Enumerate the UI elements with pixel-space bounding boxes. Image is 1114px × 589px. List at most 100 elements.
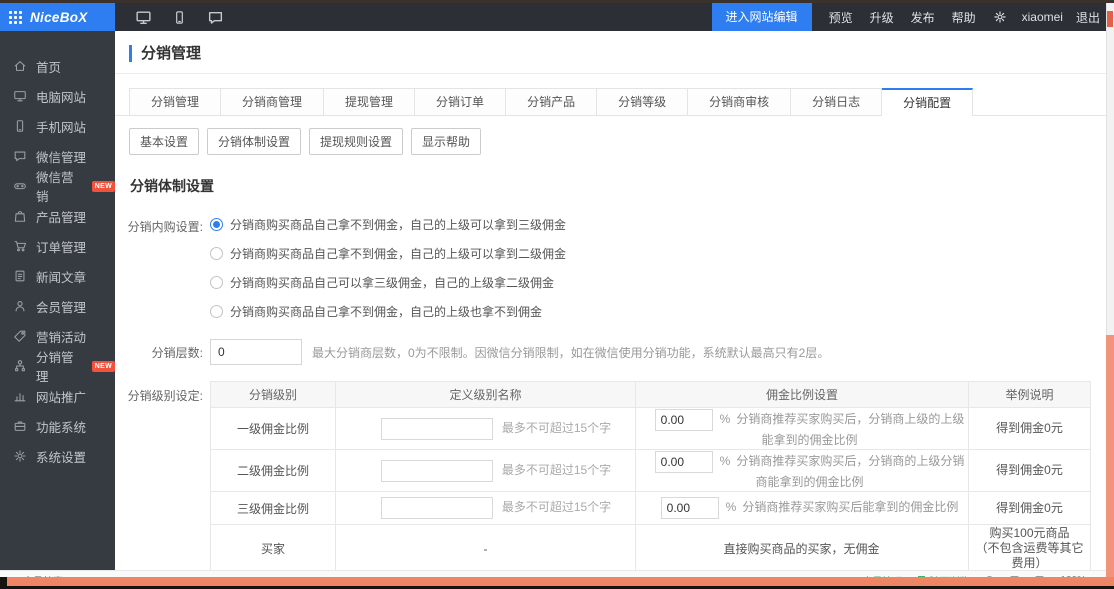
scrollbar-thumb-top[interactable]: [1107, 11, 1113, 27]
sidebar-item-distribution-management[interactable]: 分销管理 NEW: [0, 351, 115, 381]
withdrawal-rules-settings-button[interactable]: 提现规则设置: [309, 128, 403, 155]
tab-distribution-config[interactable]: 分销配置: [882, 88, 973, 116]
tabs: 分销管理 分销商管理 提现管理 分销订单 分销产品 分销等级 分销商审核 分销日…: [115, 88, 1106, 116]
percent-sign: %: [726, 500, 737, 514]
table-row-level3: 三级佣金比例 最多不可超过15个字 %分销商推荐买家购买后能拿到的佣金比例 得到…: [211, 492, 1091, 525]
tab-distributor-management[interactable]: 分销商管理: [221, 88, 324, 115]
help-link[interactable]: 帮助: [952, 9, 976, 26]
wechat-icon: [13, 149, 27, 163]
sidebar-item-label: 系统设置: [36, 447, 86, 466]
rate-cell: %分销商推荐买家购买后，分销商的上级分销商能拿到的佣金比例: [636, 450, 969, 492]
level3-rate-input[interactable]: [661, 497, 719, 519]
sidebar-item-home[interactable]: 首页: [0, 51, 115, 81]
level1-rate-input[interactable]: [655, 409, 713, 431]
scrollbar-thumb[interactable]: [1106, 335, 1114, 580]
sidebar-item-label: 产品管理: [36, 207, 86, 226]
example-cell: 购买100元商品 （不包含运费等其它费用）: [969, 525, 1091, 571]
col-header-rate: 佣金比例设置: [636, 382, 969, 408]
level-cell: 三级佣金比例: [211, 492, 336, 525]
tab-distribution-management[interactable]: 分销管理: [129, 88, 221, 115]
tab-distribution-logs[interactable]: 分销日志: [791, 88, 882, 115]
radio-option-2[interactable]: 分销商购买商品自己拿不到佣金，自己的上级可以拿到二级佣金: [210, 239, 566, 268]
radio-option-label: 分销商购买商品自己拿不到佣金，自己的上级也拿不到佣金: [230, 303, 542, 320]
name-length-hint: 最多不可超过15个字: [502, 463, 611, 477]
tab-withdrawal-management[interactable]: 提现管理: [324, 88, 415, 115]
cart-icon: [13, 239, 27, 253]
gear-icon[interactable]: [993, 10, 1007, 24]
wechat-view-icon[interactable]: [207, 9, 224, 26]
level3-name-input[interactable]: [381, 497, 493, 519]
desktop-view-icon[interactable]: [135, 9, 152, 26]
apps-grid-icon[interactable]: [9, 11, 22, 24]
table-row-level1: 一级佣金比例 最多不可超过15个字 %分销商推荐买家购买后，分销商上级的上级能拿…: [211, 408, 1091, 450]
percent-sign: %: [720, 412, 731, 426]
tab-distribution-levels[interactable]: 分销等级: [597, 88, 688, 115]
sidebar-item-site-promotion[interactable]: 网站推广: [0, 381, 115, 411]
device-switcher: [135, 9, 224, 26]
radio-option-label: 分销商购买商品自己可以拿三级佣金，自己的上级拿二级佣金: [230, 274, 554, 291]
sidebar-item-label: 订单管理: [36, 237, 86, 256]
radio-option-1[interactable]: 分销商购买商品自己拿不到佣金，自己的上级可以拿到三级佣金: [210, 210, 566, 239]
grade-table-wrap: 分销级别 定义级别名称 佣金比例设置 举例说明 一级佣金比例 最多不可超过15个…: [210, 381, 1091, 570]
sidebar-item-product-management[interactable]: 产品管理: [0, 201, 115, 231]
rate-cell: %分销商推荐买家购买后能拿到的佣金比例: [636, 492, 969, 525]
col-header-name: 定义级别名称: [336, 382, 636, 408]
example-cell: 得到佣金0元: [969, 450, 1091, 492]
sidebar-item-pc-site[interactable]: 电脑网站: [0, 81, 115, 111]
topbar: NiceBoX 进入网站编辑 预览 升级 发布 帮助 xiaomei 退出: [0, 3, 1114, 31]
radio-option-4[interactable]: 分销商购买商品自己拿不到佣金，自己的上级也拿不到佣金: [210, 297, 566, 326]
page-title-row: 分销管理: [115, 31, 1106, 74]
radio-icon[interactable]: [210, 305, 223, 318]
bar-chart-icon: [13, 389, 27, 403]
example-cell: 得到佣金0元: [969, 408, 1091, 450]
username[interactable]: xiaomei: [1022, 10, 1063, 24]
sidebar-item-order-management[interactable]: 订单管理: [0, 231, 115, 261]
tab-distribution-orders[interactable]: 分销订单: [415, 88, 506, 115]
sidebar-item-label: 微信营销: [36, 167, 80, 205]
sidebar-item-label: 首页: [36, 57, 61, 76]
preview-link[interactable]: 预览: [829, 9, 853, 26]
tab-distribution-products[interactable]: 分销产品: [506, 88, 597, 115]
app-logo[interactable]: NiceBoX: [0, 3, 115, 31]
col-header-level: 分销级别: [211, 382, 336, 408]
logo-text: NiceBoX: [30, 10, 88, 25]
grade-setting-row: 分销级别设定: 分销级别 定义级别名称 佣金比例设置 举例说明 一级佣金比例 最…: [123, 381, 1106, 570]
tab-distributor-review[interactable]: 分销商审核: [688, 88, 791, 115]
sidebar-item-function-system[interactable]: 功能系统: [0, 411, 115, 441]
level1-name-input[interactable]: [381, 418, 493, 440]
sidebar-item-wechat-marketing[interactable]: 微信营销 NEW: [0, 171, 115, 201]
section-title-distribution-system: 分销体制设置: [130, 176, 1106, 196]
app-window: NiceBoX 进入网站编辑 预览 升级 发布 帮助 xiaomei 退出 首页…: [0, 0, 1114, 589]
sidebar-item-news-articles[interactable]: 新闻文章: [0, 261, 115, 291]
document-icon: [13, 269, 27, 283]
logout-link[interactable]: 退出: [1076, 9, 1100, 26]
sidebar-item-member-management[interactable]: 会员管理: [0, 291, 115, 321]
mobile-icon: [13, 119, 27, 133]
level2-rate-input[interactable]: [655, 451, 713, 473]
show-help-button[interactable]: 显示帮助: [411, 128, 481, 155]
sidebar-item-system-settings[interactable]: 系统设置: [0, 441, 115, 471]
sidebar-item-label: 手机网站: [36, 117, 86, 136]
sidebar: 首页 电脑网站 手机网站 微信管理 微信营销 NEW 产品管理 订单管理: [0, 31, 115, 570]
distribution-system-settings-button[interactable]: 分销体制设置: [207, 128, 301, 155]
radio-option-3[interactable]: 分销商购买商品自己可以拿三级佣金，自己的上级拿二级佣金: [210, 268, 566, 297]
upgrade-link[interactable]: 升级: [870, 9, 894, 26]
radio-icon[interactable]: [210, 247, 223, 260]
level2-name-input[interactable]: [381, 460, 493, 482]
radio-icon[interactable]: [210, 276, 223, 289]
vertical-scrollbar[interactable]: [1106, 3, 1114, 577]
inner-purchase-setting-row: 分销内购设置: 分销商购买商品自己拿不到佣金，自己的上级可以拿到三级佣金 分销商…: [123, 210, 1106, 326]
sidebar-item-mobile-site[interactable]: 手机网站: [0, 111, 115, 141]
distribution-levels-input[interactable]: [210, 339, 302, 365]
radio-selected-icon[interactable]: [210, 218, 223, 231]
col-header-example: 举例说明: [969, 382, 1091, 408]
name-cell: 最多不可超过15个字: [336, 450, 636, 492]
mobile-view-icon[interactable]: [172, 9, 187, 26]
basic-settings-button[interactable]: 基本设置: [129, 128, 199, 155]
enter-site-editor-button[interactable]: 进入网站编辑: [712, 3, 812, 31]
publish-link[interactable]: 发布: [911, 9, 935, 26]
table-row-level2: 二级佣金比例 最多不可超过15个字 %分销商推荐买家购买后，分销商的上级分销商能…: [211, 450, 1091, 492]
distribution-levels-label: 分销层数:: [123, 344, 203, 361]
grade-setting-label: 分销级别设定:: [123, 381, 203, 404]
distribution-levels-row: 分销层数: 最大分销商层数，0为不限制。因微信分销限制，如在微信使用分销功能，系…: [123, 339, 1106, 365]
